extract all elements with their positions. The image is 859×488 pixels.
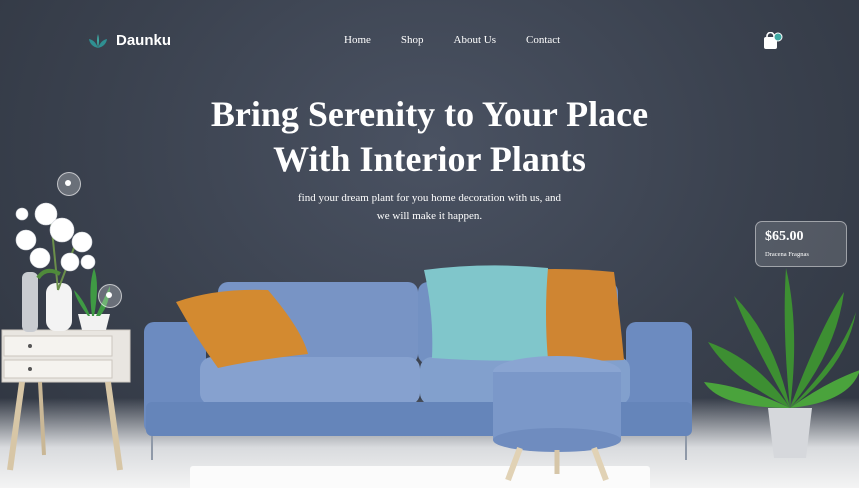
side-table [1,329,131,471]
nav-shop[interactable]: Shop [401,34,424,46]
hero-scene: Daunku Home Shop About Us Contact Bring … [0,0,859,488]
hotspot-succulent[interactable] [98,284,122,308]
hero-subtitle: find your dream plant for you home decor… [0,189,859,225]
dracena-plant [704,268,859,458]
navbar: Daunku Home Shop About Us Contact [0,0,859,80]
ottoman [493,356,621,482]
hero-title: Bring Serenity to Your Place With Interi… [0,92,859,182]
cart-button[interactable] [763,31,783,55]
vases [22,272,110,332]
hero-subtitle-line2: we will make it happen. [376,210,483,222]
lotus-leaf-icon [89,33,107,48]
hero-title-line2: With Interior Plants [273,139,586,179]
main-nav: Home Shop About Us Contact [344,34,590,46]
nav-about-us[interactable]: About Us [454,34,496,46]
nav-contact[interactable]: Contact [526,34,560,46]
brand-name: Daunku [116,32,172,49]
product-price-card[interactable]: $65.00 Dracena Fragnas [755,221,847,267]
hero-title-line1: Bring Serenity to Your Place [210,94,649,134]
product-price: $65.00 [765,229,804,244]
product-name: Dracena Fragnas [765,251,809,258]
brand-logo[interactable]: Daunku [88,32,171,49]
shopping-bag-icon [764,31,783,49]
nav-home[interactable]: Home [344,34,371,46]
hero-subtitle-line1: find your dream plant for you home decor… [297,192,562,204]
